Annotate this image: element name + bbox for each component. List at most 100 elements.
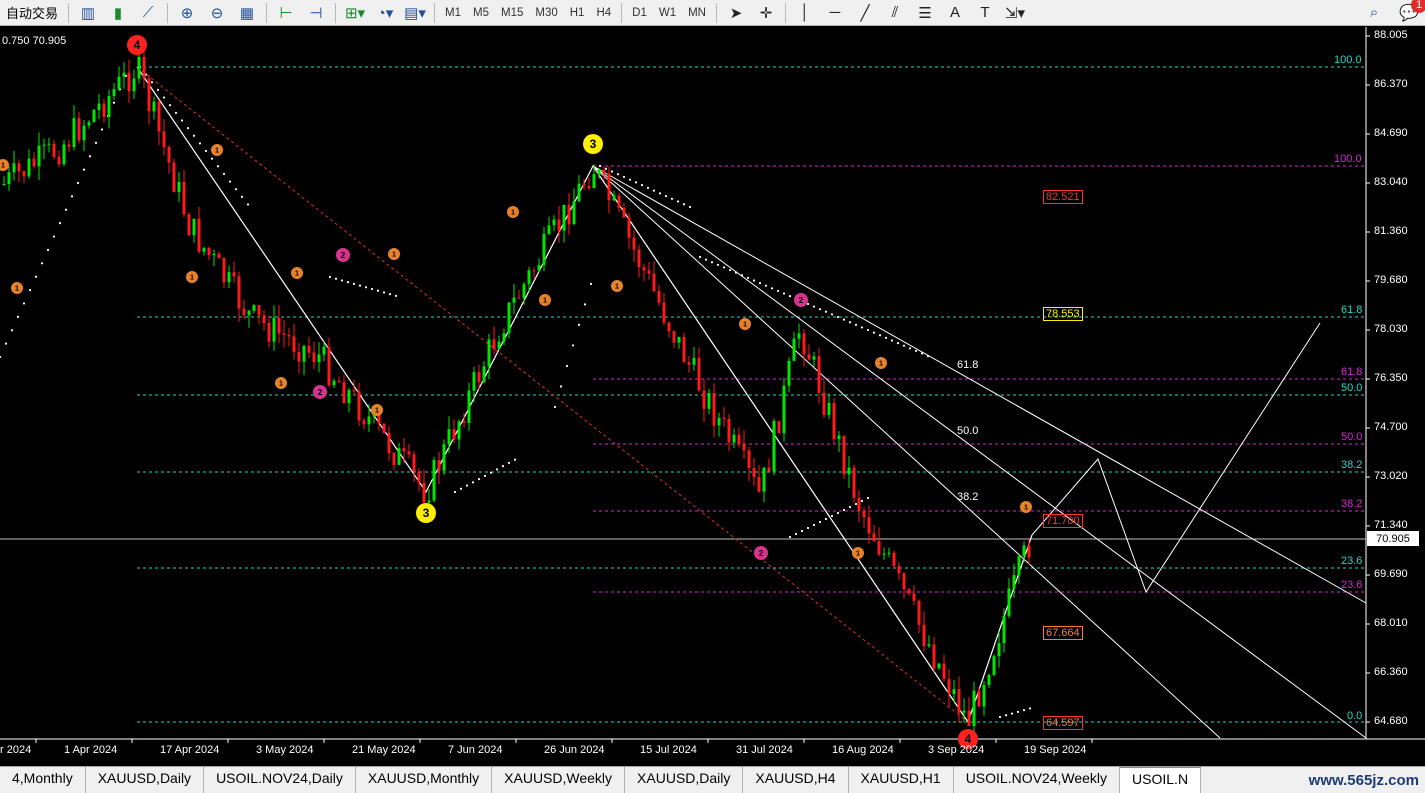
candle-body [417, 471, 421, 483]
chart-tab[interactable]: XAUUSD,Weekly [492, 767, 626, 793]
sar-dot [658, 192, 662, 195]
candle-body [802, 333, 806, 355]
autoscroll-icon[interactable]: ⊣ [303, 2, 329, 24]
zoom-out-icon[interactable]: ⊖ [204, 2, 230, 24]
sar-dot [358, 284, 362, 287]
candle-body [397, 448, 401, 465]
timeframe-h1[interactable]: H1 [564, 2, 591, 24]
chart-tab[interactable]: XAUUSD,Daily [625, 767, 744, 793]
bar-chart-icon[interactable]: ▥ [75, 2, 101, 24]
timeframe-h4[interactable]: H4 [590, 2, 617, 24]
candle-body [912, 593, 916, 601]
watermark: www.565jz.com [1308, 772, 1419, 789]
candle-body [387, 432, 391, 454]
candle-body [907, 589, 911, 594]
chart-tab[interactable]: USOIL.NOV24,Weekly [954, 767, 1121, 793]
candle-body [627, 217, 631, 238]
chart-tab-active[interactable]: USOIL.N [1120, 767, 1202, 793]
wave-marker-minor-1: 1 [539, 294, 551, 306]
zoom-in-icon[interactable]: ⊕ [174, 2, 200, 24]
cursor-icon[interactable]: ➤ [723, 2, 749, 24]
sar-dot [150, 81, 154, 84]
candle-body [622, 207, 626, 218]
chart-window[interactable]: 43341111111111111112222 0.750 70.905 88.… [0, 27, 1425, 766]
sar-dot [112, 101, 116, 104]
candle-body [937, 663, 941, 669]
candle-body [897, 565, 901, 574]
fibonacci-icon[interactable]: ☰ [912, 2, 938, 24]
sar-dot [174, 111, 178, 114]
timeframe-m1[interactable]: M1 [439, 2, 467, 24]
equidistant-channel-icon[interactable]: ⫽ [882, 2, 908, 24]
sar-dot [752, 279, 756, 282]
arrows-icon[interactable]: ⇲▾ [1002, 2, 1028, 24]
candle-body [552, 219, 556, 226]
line-chart-icon[interactable]: ⟋ [135, 2, 161, 24]
candle-body [612, 195, 616, 201]
candle-body [342, 382, 346, 404]
candlestick-icon[interactable]: ▮ [105, 2, 131, 24]
notifications-icon[interactable]: 💬 1 [1399, 0, 1425, 23]
sar-dot [1016, 710, 1020, 713]
toolbar-right: ⌕ 💬 1 [1359, 0, 1425, 24]
chart-tab[interactable]: USOIL.NOV24,Daily [204, 767, 356, 793]
chart-tab[interactable]: XAUUSD,Monthly [356, 767, 493, 793]
sar-dot [334, 277, 338, 280]
candle-body [22, 171, 26, 177]
timeframe-w1[interactable]: W1 [653, 2, 682, 24]
trendline-icon[interactable]: ╱ [852, 2, 878, 24]
notification-badge: 1 [1411, 0, 1425, 13]
toolbar-separator [621, 2, 623, 23]
candle-body [457, 421, 461, 440]
price-tick-label: 68.010 [1374, 617, 1408, 629]
fib-cyan-level-label: 0.0 [1347, 710, 1363, 722]
candle-body [947, 678, 951, 694]
chart-tab[interactable]: XAUUSD,H1 [849, 767, 954, 793]
wave-marker-major: 3 [416, 503, 436, 523]
auto-trading-button[interactable]: 自动交易 [0, 3, 64, 22]
search-icon[interactable]: ⌕ [1361, 2, 1387, 24]
target-price-box: 64.597 [1043, 716, 1083, 730]
candle-body [107, 95, 111, 117]
candle-body [542, 233, 546, 265]
timeframe-mn[interactable]: MN [682, 2, 712, 24]
price-tick-label: 73.020 [1374, 470, 1408, 482]
sar-dot [162, 96, 166, 99]
candle-body [327, 346, 331, 386]
crosshair-icon[interactable]: ✛ [753, 2, 779, 24]
fib-magenta-level-label: 38.2 [1341, 498, 1363, 510]
wave-marker-minor-1: 1 [611, 280, 623, 292]
indicators-icon[interactable]: ⊞▾ [342, 2, 368, 24]
chart-shift-icon[interactable]: ⊢ [273, 2, 299, 24]
sar-dot [836, 315, 840, 319]
candle-body [987, 674, 991, 685]
vertical-line-icon[interactable]: │ [792, 2, 818, 24]
candle-body [152, 101, 156, 112]
candle-body [92, 109, 96, 123]
date-tick-label: 21 May 2024 [352, 744, 416, 756]
price-chart-canvas[interactable]: 43341111 111111111112222 [0, 27, 1425, 766]
text-label-icon[interactable]: T [972, 2, 998, 24]
tile-windows-icon[interactable]: ▦ [234, 2, 260, 24]
chart-tab[interactable]: XAUUSD,H4 [743, 767, 849, 793]
timeframe-m5[interactable]: M5 [467, 2, 495, 24]
chart-tab[interactable]: XAUUSD,Daily [86, 767, 205, 793]
text-icon[interactable]: A [942, 2, 968, 24]
sar-dot [854, 502, 858, 506]
timeframe-m30[interactable]: M30 [529, 2, 563, 24]
horizontal-line-icon[interactable]: ─ [822, 2, 848, 24]
templates-icon[interactable]: ▤▾ [402, 2, 428, 24]
price-tick-label: 88.005 [1374, 29, 1408, 41]
candle-body [792, 338, 796, 361]
timeframe-m15[interactable]: M15 [495, 2, 529, 24]
price-tick-label: 81.360 [1374, 225, 1408, 237]
chart-tab[interactable]: 4,Monthly [0, 767, 86, 793]
periods-icon[interactable]: ◔▾ [372, 2, 398, 24]
timeframe-d1[interactable]: D1 [626, 2, 653, 24]
candle-body [362, 420, 366, 425]
main-toolbar: 自动交易 ▥ ▮ ⟋ ⊕ ⊖ ▦ ⊢ ⊣ ⊞▾ ◔▾ ▤▾ M1 M5 M15 … [0, 0, 1425, 26]
wave-marker-minor-1: 1 [275, 377, 287, 389]
sar-dot [1028, 707, 1032, 710]
sar-dot [156, 88, 160, 92]
candle-body [272, 317, 276, 342]
